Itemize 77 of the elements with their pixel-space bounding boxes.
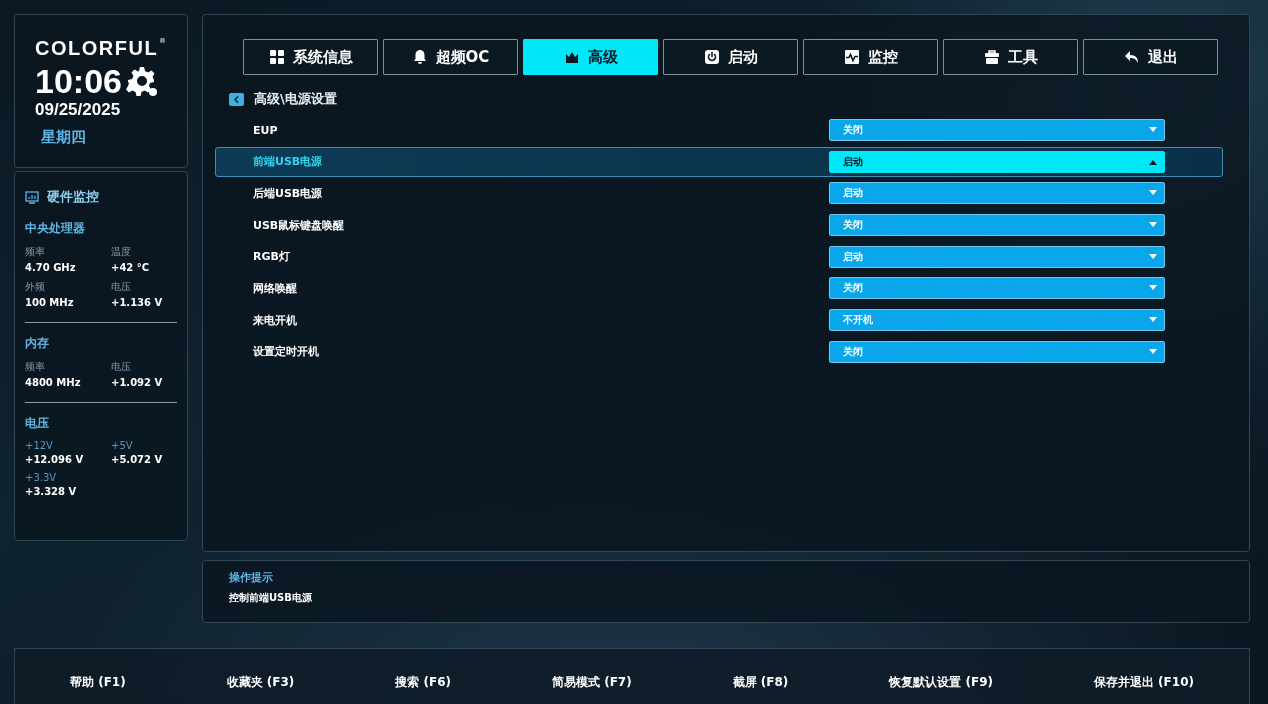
shortcut-button[interactable]: 收藏夹 (F3)	[226, 674, 295, 691]
hint-text: 控制前端USB电源	[229, 591, 313, 605]
menu-tab[interactable]: 超频OC	[383, 39, 518, 75]
reading-label: +12V	[25, 440, 54, 451]
logo: COLORFUL	[35, 37, 159, 60]
reading-value: +1.092 V	[111, 377, 164, 388]
hint-title: 操作提示	[229, 570, 274, 585]
grid-icon	[268, 49, 285, 65]
menu-tab[interactable]: 高级	[523, 39, 658, 75]
reading-value: +5.072 V	[111, 454, 164, 465]
section-title: 内存	[25, 335, 50, 352]
menu-tab[interactable]: 退出	[1083, 39, 1218, 75]
caret-down-icon	[1149, 253, 1157, 260]
caret-up-icon	[1149, 158, 1157, 165]
reading-value: +3.328 V	[25, 486, 78, 497]
reading-value: 100 MHz	[25, 297, 75, 308]
reading-value: +42 °C	[111, 262, 151, 273]
gear-icon[interactable]	[125, 65, 158, 97]
setting-row[interactable]: 后端USB电源 启动	[215, 178, 1223, 209]
reading-label: 频率	[25, 360, 46, 374]
reading-label: 外频	[25, 280, 46, 294]
caret-down-icon	[1149, 348, 1157, 355]
weekday: 星期四	[41, 128, 87, 147]
reading-label: +3.3V	[25, 472, 58, 483]
menu-tab[interactable]: 系统信息	[243, 39, 378, 75]
selected-setting-row[interactable]: 前端USB电源 启动	[215, 146, 1223, 177]
shortcut-button[interactable]: 截屏 (F8)	[732, 674, 789, 691]
setting-row[interactable]: RGB灯 启动	[215, 241, 1223, 272]
setting-label: RGB灯	[252, 249, 291, 265]
reading-label: 温度	[111, 245, 132, 259]
caret-down-icon	[1149, 127, 1157, 133]
section-title: 电压	[25, 415, 50, 432]
setting-label: USB鼠标键盘唤醒	[252, 217, 346, 233]
menu-tab[interactable]: 工具	[943, 39, 1078, 75]
setting-row[interactable]: EUP 关闭	[215, 115, 1223, 145]
date: 09/25/2025	[35, 100, 122, 120]
reading-label: 频率	[25, 245, 46, 259]
power-icon	[703, 49, 720, 65]
monitor-icon	[25, 190, 39, 204]
caret-down-icon	[1149, 285, 1157, 292]
clock-time: 10:06	[35, 62, 122, 100]
setting-label: 来电开机	[252, 312, 298, 328]
shortcut-button[interactable]: 简易模式 (F7)	[551, 674, 632, 691]
shortcut-button[interactable]: 保存并退出 (F10)	[1093, 674, 1194, 691]
menu-tab[interactable]: 启动	[663, 39, 798, 75]
setting-label: EUP	[252, 123, 279, 137]
setting-label: 设置定时开机	[252, 344, 320, 360]
section-title: 中央处理器	[25, 220, 86, 237]
setting-row[interactable]: 设置定时开机 关闭	[215, 336, 1223, 367]
reading-label: 电压	[111, 360, 132, 374]
setting-label: 后端USB电源	[252, 185, 324, 201]
shortcut-button[interactable]: 帮助 (F1)	[70, 674, 126, 691]
caret-down-icon	[1149, 317, 1157, 324]
setting-row[interactable]: USB鼠标键盘唤醒 关闭	[215, 210, 1223, 241]
setting-label: 网络唤醒	[252, 280, 298, 296]
pulse-icon	[843, 49, 860, 65]
monitor-title: 硬件监控	[47, 188, 99, 206]
shortcut-button[interactable]: 恢复默认设置 (F9)	[889, 674, 993, 691]
reading-value: +12.096 V	[25, 454, 85, 465]
option-dropdown[interactable]: 启动	[829, 150, 1165, 173]
setting-row[interactable]: 来电开机 不开机	[215, 305, 1223, 336]
setting-label: 前端USB电源	[252, 154, 324, 170]
reading-label: 电压	[111, 280, 132, 294]
back-icon[interactable]	[229, 92, 244, 106]
back-arrow-icon	[1123, 49, 1140, 65]
bell-icon	[411, 49, 428, 65]
caret-down-icon	[1149, 222, 1157, 229]
shortcut-button[interactable]: 搜索 (F6)	[395, 674, 451, 691]
reading-value: 4800 MHz	[25, 377, 82, 388]
reading-label: +5V	[111, 440, 134, 451]
reading-value: 4.70 GHz	[25, 262, 77, 273]
reading-value: +1.136 V	[111, 297, 164, 308]
menu-tab[interactable]: 监控	[803, 39, 938, 75]
toolbox-icon	[983, 49, 1000, 65]
setting-row[interactable]: 网络唤醒 关闭	[215, 273, 1223, 304]
breadcrumb: 高级\电源设置	[254, 90, 337, 108]
caret-down-icon	[1149, 190, 1157, 197]
